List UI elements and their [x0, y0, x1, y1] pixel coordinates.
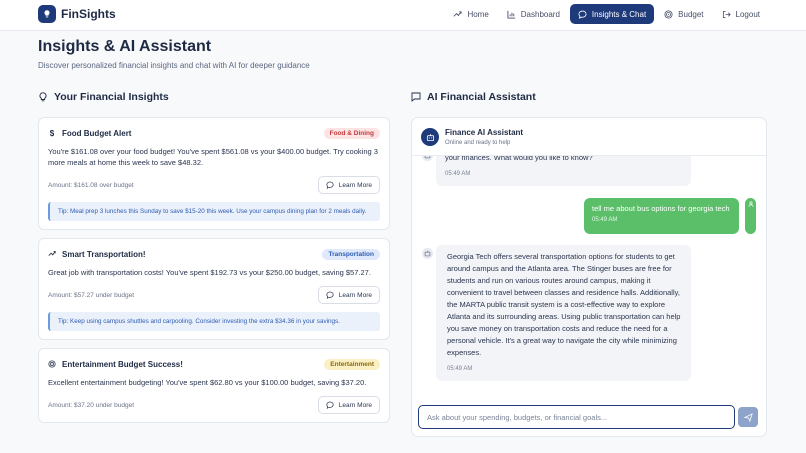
page-title: Insights & AI Assistant [38, 38, 212, 55]
message-time: 05:49 AM [592, 217, 618, 223]
nav-logout[interactable]: Logout [714, 4, 768, 24]
insight-amount: Amount: $57.27 under budget [48, 291, 135, 299]
chat-section-title: AI Financial Assistant [411, 91, 536, 103]
nav-logout-label: Logout [735, 9, 760, 19]
chat-input-wrapper [418, 405, 735, 429]
insight-card-text: Great job with transportation costs! You… [48, 268, 371, 277]
insight-card-title: Food Budget Alert [62, 128, 132, 138]
chat-input[interactable] [427, 412, 726, 422]
message-text: Georgia Tech offers several transportati… [447, 252, 681, 357]
nav-budget-label: Budget [678, 9, 704, 19]
insight-card: $ Food Budget Alert Food & Dining You're… [38, 117, 390, 230]
learn-more-button[interactable]: Learn More [317, 286, 380, 304]
insights-list: $ Food Budget Alert Food & Dining You're… [38, 117, 390, 437]
bot-avatar-small [422, 248, 433, 259]
insights-title-text: Your Financial Insights [54, 91, 169, 103]
nav-insights-chat[interactable]: Insights & Chat [569, 4, 655, 24]
bot-icon [426, 133, 434, 141]
chat-title-text: AI Financial Assistant [427, 91, 536, 103]
chat-panel: Finance AI Assistant Online and ready to… [411, 117, 767, 437]
bot-avatar [421, 128, 439, 146]
insight-tip: Tip: Meal prep 3 lunches this Sunday to … [48, 202, 380, 221]
assistant-status: Online and ready to help [445, 140, 511, 146]
trend-up-icon [454, 10, 462, 17]
page-subtitle: Discover personalized financial insights… [38, 61, 310, 70]
message-list[interactable]: your finances. What would you like to kn… [412, 156, 766, 401]
message-text: tell me about bus options for georgia te… [592, 204, 730, 213]
target-icon [48, 360, 56, 368]
chat-icon [326, 401, 334, 409]
bot-icon [424, 250, 431, 257]
message-time: 05:49 AM [447, 366, 473, 372]
insight-amount: Amount: $161.08 over budget [48, 181, 134, 189]
send-button[interactable] [738, 407, 758, 427]
insight-card-title: Smart Transportation! [62, 249, 146, 259]
insight-card-text: You're $161.08 over your food budget! Yo… [48, 147, 378, 167]
bar-chart-icon [507, 10, 515, 19]
chat-icon [326, 181, 334, 189]
category-badge: Transportation [322, 248, 380, 260]
chat-icon [578, 10, 587, 19]
insights-section-title: Your Financial Insights [38, 91, 169, 103]
learn-more-button[interactable]: Learn More [317, 396, 380, 414]
category-badge: Food & Dining [323, 127, 380, 139]
insight-tip: Tip: Keep using campus shuttles and carp… [48, 312, 380, 331]
bot-message: your finances. What would you like to kn… [436, 156, 691, 186]
chat-header: Finance AI Assistant Online and ready to… [412, 118, 766, 156]
message-text: your finances. What would you like to kn… [445, 156, 593, 162]
top-navbar: FinSights Home Dashboard Insights & Chat… [0, 0, 806, 31]
insight-card-title: Entertainment Budget Success! [62, 359, 183, 369]
send-icon [743, 412, 753, 422]
nav-dashboard-label: Dashboard [520, 9, 560, 19]
lightbulb-icon [39, 92, 47, 102]
bot-avatar-small [422, 156, 433, 161]
insight-card-text: Excellent entertainment budgeting! You'v… [48, 378, 367, 387]
nav-links: Home Dashboard Insights & Chat Budget Lo… [445, 4, 768, 24]
nav-budget[interactable]: Budget [656, 4, 711, 24]
user-icon [748, 201, 753, 207]
learn-more-label: Learn More [338, 291, 372, 299]
learn-more-label: Learn More [338, 181, 372, 189]
message-time: 05:49 AM [445, 171, 471, 177]
nav-home[interactable]: Home [445, 4, 496, 24]
target-icon [664, 9, 673, 19]
user-message: tell me about bus options for georgia te… [584, 198, 739, 234]
chat-icon [326, 291, 334, 299]
learn-more-label: Learn More [338, 401, 372, 409]
dollar-icon: $ [49, 128, 55, 138]
bot-icon [424, 156, 431, 159]
nav-home-label: Home [467, 9, 489, 19]
brand-logo-icon [38, 5, 56, 23]
nav-dashboard[interactable]: Dashboard [499, 4, 568, 24]
category-badge: Entertainment [324, 358, 380, 370]
bot-message: Georgia Tech offers several transportati… [436, 245, 691, 381]
insight-card: Smart Transportation! Transportation Gre… [38, 238, 390, 340]
insight-card: Entertainment Budget Success! Entertainm… [38, 348, 390, 423]
trend-up-icon [48, 251, 56, 256]
brand[interactable]: FinSights [38, 5, 116, 23]
user-avatar [745, 198, 756, 234]
brand-name: FinSights [61, 7, 116, 21]
nav-insights-chat-label: Insights & Chat [591, 9, 647, 19]
logout-icon [722, 10, 731, 18]
assistant-name: Finance AI Assistant [445, 128, 524, 137]
learn-more-button[interactable]: Learn More [317, 176, 380, 194]
insight-amount: Amount: $37.20 under budget [48, 401, 135, 409]
message-square-icon [411, 92, 421, 102]
